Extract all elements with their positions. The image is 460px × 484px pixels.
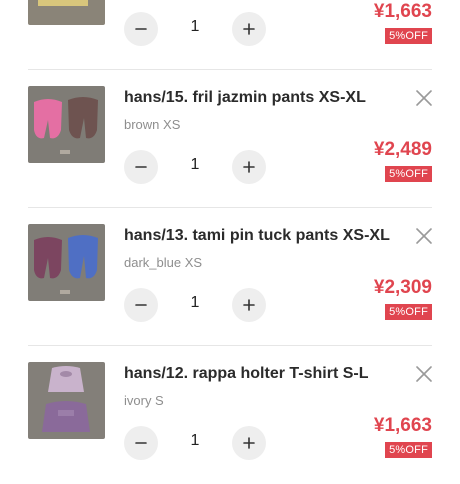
quantity-value: 1	[190, 156, 200, 173]
cart-item: hans/13. tami pin tuck pants XS-XL dark_…	[0, 208, 460, 346]
quantity-increase-button[interactable]	[232, 12, 266, 46]
quantity-decrease-button[interactable]	[124, 426, 158, 460]
yellow-garment-photo	[28, 0, 105, 25]
close-icon	[416, 366, 432, 382]
product-price: ¥1,663	[373, 1, 432, 22]
remove-item-button[interactable]	[414, 88, 434, 108]
remove-item-button[interactable]	[414, 226, 434, 246]
product-option: brown XS	[124, 117, 181, 132]
discount-badge: 5%OFF	[385, 28, 432, 44]
product-name[interactable]: hans/13. tami pin tuck pants XS-XL	[124, 227, 394, 245]
discount-badge: 5%OFF	[385, 304, 432, 320]
product-name[interactable]: hans/12. rappa holter T-shirt S-L	[124, 365, 394, 383]
quantity-decrease-button[interactable]	[124, 150, 158, 184]
minus-icon	[135, 304, 147, 306]
product-price: ¥2,489	[373, 139, 432, 160]
cart-list: 1 ¥1,663 5%OFF hans/15. fril jazmin pant…	[0, 0, 460, 484]
product-thumbnail[interactable]	[28, 224, 105, 301]
quantity-value: 1	[190, 432, 200, 449]
quantity-value: 1	[190, 294, 200, 311]
close-icon	[416, 228, 432, 244]
quantity-decrease-button[interactable]	[124, 12, 158, 46]
product-option: dark_blue XS	[124, 255, 203, 270]
product-price: ¥2,309	[373, 277, 432, 298]
discount-badge: 5%OFF	[385, 442, 432, 458]
product-thumbnail[interactable]	[28, 0, 105, 25]
remove-item-button[interactable]	[414, 364, 434, 384]
plus-icon	[243, 161, 255, 173]
cart-item: hans/15. fril jazmin pants XS-XL brown X…	[0, 70, 460, 208]
quantity-increase-button[interactable]	[232, 426, 266, 460]
plus-icon	[243, 437, 255, 449]
product-thumbnail[interactable]	[28, 86, 105, 163]
plus-icon	[243, 23, 255, 35]
minus-icon	[135, 442, 147, 444]
quantity-increase-button[interactable]	[232, 150, 266, 184]
quantity-increase-button[interactable]	[232, 288, 266, 322]
cart-item: 1 ¥1,663 5%OFF	[0, 0, 460, 70]
product-thumbnail[interactable]	[28, 362, 105, 439]
product-option: ivory S	[124, 393, 164, 408]
pink-and-brown-pants-photo	[28, 86, 105, 163]
plus-icon	[243, 299, 255, 311]
plum-and-blue-pants-photo	[28, 224, 105, 301]
lilac-tops-photo	[28, 362, 105, 439]
product-price: ¥1,663	[373, 415, 432, 436]
minus-icon	[135, 166, 147, 168]
quantity-decrease-button[interactable]	[124, 288, 158, 322]
cart-item: hans/12. rappa holter T-shirt S-L ivory …	[0, 346, 460, 484]
product-name[interactable]: hans/15. fril jazmin pants XS-XL	[124, 89, 394, 107]
quantity-value: 1	[190, 18, 200, 35]
close-icon	[416, 90, 432, 106]
discount-badge: 5%OFF	[385, 166, 432, 182]
minus-icon	[135, 28, 147, 30]
